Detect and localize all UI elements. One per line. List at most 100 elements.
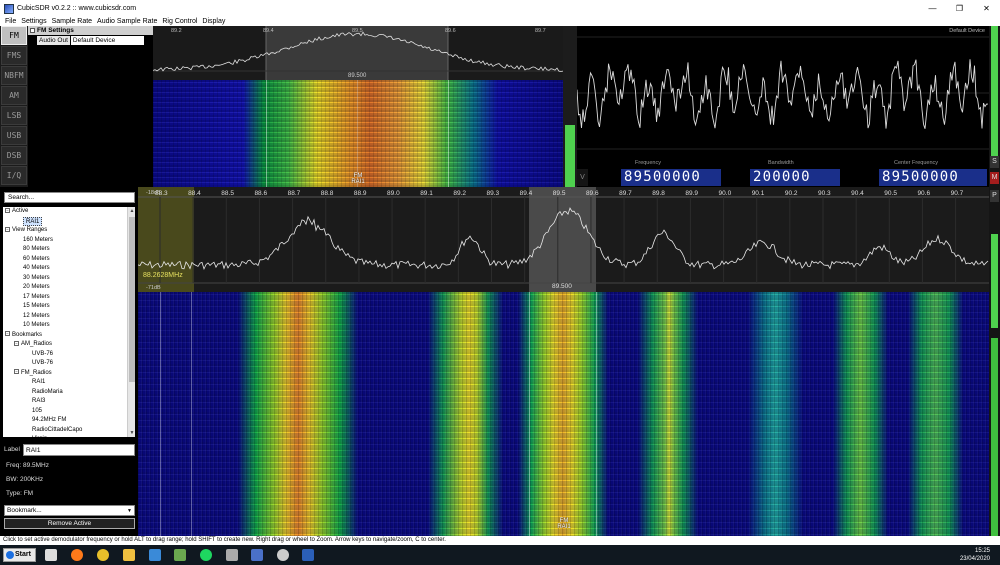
store-icon[interactable] [149,549,161,561]
modem-iq-button[interactable]: I/Q [1,166,27,185]
tree-item[interactable]: RadioCittadelCapo [32,426,82,436]
menu-file[interactable]: File [5,18,16,25]
collapse-icon[interactable] [30,28,35,33]
taskbar: Start 15:25 23/04/2020 [0,545,1000,565]
tree-item[interactable]: RadioMaria [32,388,63,398]
tree-group[interactable]: − FM_Radios [14,369,52,379]
tree-item[interactable]: 40 Meters [23,264,50,274]
modem-am-button[interactable]: AM [1,86,27,105]
close-button[interactable]: ✕ [973,0,1000,17]
mute-button[interactable]: M [990,172,999,184]
modem-nbfm-button[interactable]: NBFM [1,66,27,85]
modem-fms-button[interactable]: FMS [1,46,27,65]
frequency-tick: 88.5 [221,190,234,197]
minimize-button[interactable]: — [919,0,946,17]
media-icon[interactable] [277,549,289,561]
menu-settings[interactable]: Settings [21,18,46,25]
expand-toggle-icon[interactable]: − [5,226,10,232]
menu-sample-rate[interactable]: Sample Rate [52,18,92,25]
bandwidth-display[interactable]: 200000 [750,169,840,186]
main-spectrum[interactable]: 88.3 88.4 88.5 88.6 88.7 88.8 88.9 89.0 89.1 89.2… [137,187,989,292]
maximize-button[interactable]: ❐ [946,0,973,17]
bookmark-search-input[interactable]: Search... [4,192,135,203]
tree-item[interactable]: 60 Meters [23,255,50,265]
frequency-display[interactable]: 89500000 [621,169,721,186]
tree-item[interactable]: RAI3 [32,397,45,407]
top-tick: 89.7 [535,28,546,34]
folder-icon[interactable] [123,549,135,561]
center-frequency-display[interactable]: 89500000 [879,169,987,186]
tree-item[interactable]: 10 Meters [23,321,50,331]
tree-item[interactable]: 105 [32,407,42,417]
tree-item[interactable]: 30 Meters [23,274,50,284]
modem-selector: FM FMS NBFM AM LSB USB DSB I/Q [0,26,28,187]
tree-item[interactable]: 12 Meters [23,312,50,322]
menu-display[interactable]: Display [202,18,225,25]
modem-usb-button[interactable]: USB [1,126,27,145]
tree-item[interactable]: 94.2MHz FM [32,416,66,426]
tree-item[interactable]: 17 Meters [23,293,50,303]
fm-settings-header[interactable]: FM Settings [28,26,153,35]
title-bar: CubicSDR v0.2.2 :: www.cubicsdr.com — ❐ … [0,0,1000,17]
demod-spectrum[interactable]: 89.2 89.4 89.5 89.6 89.7 89.500 [152,26,564,80]
scroll-up-icon[interactable]: ▲ [128,207,136,215]
bookmark-bandwidth: BW: 200KHz [6,476,44,483]
modem-lsb-button[interactable]: LSB [1,106,27,125]
tree-item[interactable]: 160 Meters [23,236,53,246]
bookmark-freq: Freq: 89.5MHz [6,462,49,469]
expand-toggle-icon[interactable]: − [14,369,19,375]
bookmark-label-input[interactable]: RAI1 [23,444,135,456]
tree-group[interactable]: − Bookmarks [5,331,42,341]
audio-gain-meter[interactable] [563,26,577,187]
menu-audio-sample-rate[interactable]: Audio Sample Rate [97,18,157,25]
tree-item[interactable]: 15 Meters [23,302,50,312]
tree-item[interactable]: RAI1 [23,216,43,226]
peak-hold-button[interactable]: P [990,190,999,202]
expand-toggle-icon[interactable]: − [5,207,10,213]
tree-group[interactable]: − View Ranges [5,226,47,236]
bookmark-select[interactable]: Bookmark... ▼ [4,505,135,516]
frequency-tick: 88.4 [188,190,201,197]
tree-item[interactable]: 20 Meters [23,283,50,293]
volume-toggle[interactable]: V [577,169,588,186]
menu-rig-control[interactable]: Rig Control [162,18,197,25]
tree-item[interactable]: UVB-76 [32,359,53,369]
audio-out-select[interactable]: Default Device [70,36,144,45]
tree-item[interactable]: Virgin [32,435,47,437]
tree-group[interactable]: − Active [5,207,28,217]
scroll-down-icon[interactable]: ▼ [128,429,136,437]
frequency-tick: 89.9 [685,190,698,197]
waterfall-speed-meter[interactable] [991,338,998,536]
start-button[interactable]: Start [3,548,36,562]
tree-item[interactable]: 80 Meters [23,245,50,255]
modem-dsb-button[interactable]: DSB [1,146,27,165]
app-window-icon[interactable] [226,549,238,561]
word-icon[interactable] [302,549,314,561]
firefox-icon[interactable] [71,549,83,561]
window-title: CubicSDR v0.2.2 :: www.cubicsdr.com [17,5,137,12]
expand-toggle-icon[interactable]: − [14,340,19,346]
tree-item[interactable]: RAI1 [32,378,45,388]
spotify-icon[interactable] [200,549,212,561]
spectrum-gain-meter[interactable] [991,26,998,160]
file-explorer-icon[interactable] [45,549,57,561]
expand-toggle-icon[interactable]: − [5,331,10,337]
remove-active-button[interactable]: Remove Active [4,518,135,529]
squelch-button[interactable]: S [990,156,999,168]
frequency-tick: 88.7 [288,190,301,197]
image-viewer-icon[interactable] [174,549,186,561]
modem-fm-button[interactable]: FM [1,26,27,45]
chrome-icon[interactable] [97,549,109,561]
bookmark-tree-scrollbar[interactable]: ▲ ▼ [127,207,135,437]
bookmark-tree: − Active RAI1− View Ranges 160 Meters 80 Mete… [3,207,127,437]
cubicsdr-taskbar-icon[interactable] [251,549,263,561]
bookmarks-panel: Search... − Active RAI1− View Ranges 160 Met… [0,187,138,536]
waterfall-gain-meter[interactable] [991,234,998,328]
audio-scope: Default Device [576,26,989,169]
system-clock[interactable]: 15:25 23/04/2020 [960,547,990,563]
main-waterfall[interactable]: FM RAI1 [138,292,989,536]
scroll-thumb[interactable] [129,217,135,382]
tree-group[interactable]: − AM_Radios [14,340,52,350]
tree-item[interactable]: UVB-76 [32,350,53,360]
demod-waterfall[interactable]: FM RAI1 [153,80,563,187]
